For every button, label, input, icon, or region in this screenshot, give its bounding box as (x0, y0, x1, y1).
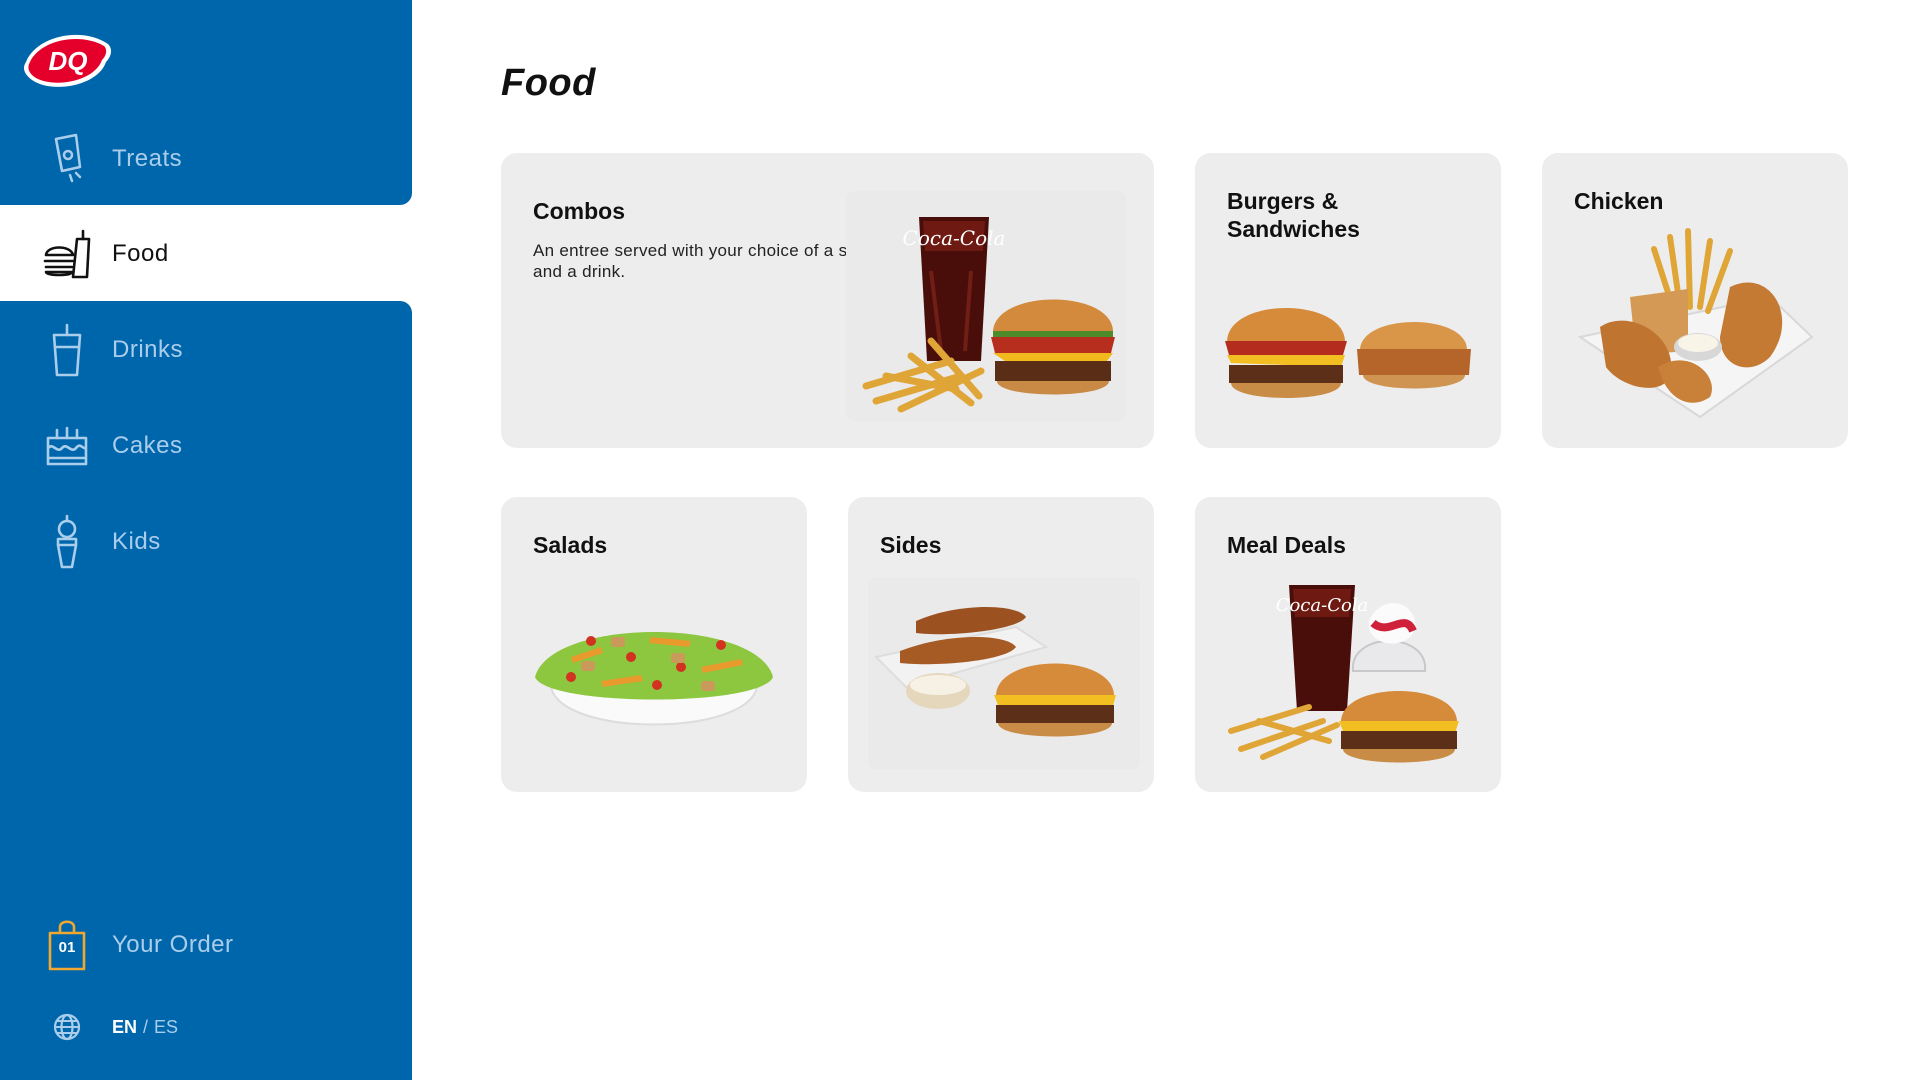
language-switcher: EN / ES (52, 1012, 178, 1042)
category-title-burgers-sandwiches: Burgers & Sandwiches (1227, 188, 1360, 242)
category-title-sides: Sides (880, 532, 942, 558)
category-title-meal-deals: Meal Deals (1227, 532, 1346, 558)
nav-label-cakes: Cakes (112, 432, 183, 459)
globe-icon (53, 1013, 81, 1041)
category-card-chicken[interactable]: Chicken (1542, 153, 1848, 448)
cake-icon (42, 418, 92, 474)
kids-cone-icon (42, 514, 92, 570)
language-es-option[interactable]: ES (154, 1017, 178, 1038)
burgers-sandwiches-image (1225, 308, 1471, 398)
burger-drink-icon (42, 226, 92, 282)
your-order-label: Your Order (112, 931, 234, 958)
logo-text: DQ (49, 46, 88, 76)
chicken-strip-basket-image (1577, 228, 1814, 419)
treat-cup-icon (42, 131, 92, 187)
dq-logo[interactable]: DQ (22, 28, 114, 92)
category-card-salads[interactable]: Salads (501, 497, 807, 792)
svg-text:Coca-Cola: Coca-Cola (1276, 595, 1369, 616)
language-en-option[interactable]: EN (112, 1017, 137, 1038)
nav-item-drinks[interactable]: Drinks (0, 302, 412, 398)
sidebar: DQ Treats Food Drinks Cakes Kids 01 Your… (0, 0, 412, 1080)
nav-item-food[interactable]: Food (0, 206, 412, 302)
your-order-button[interactable]: 01 Your Order (0, 910, 412, 980)
nav-label-drinks: Drinks (112, 336, 184, 363)
nav-item-kids[interactable]: Kids (0, 494, 412, 590)
nav-item-treats[interactable]: Treats (0, 111, 412, 207)
category-title-chicken: Chicken (1574, 188, 1664, 214)
language-separator: / (143, 1016, 149, 1037)
nav-label-food: Food (112, 240, 169, 267)
nav-item-cakes[interactable]: Cakes (0, 398, 412, 494)
svg-text:Coca-Cola: Coca-Cola (903, 226, 1006, 250)
combo-meal-image: Coca-Cola (862, 217, 1115, 413)
category-card-combos[interactable]: Combos An entree served with your choice… (501, 153, 1154, 448)
category-card-meal-deals[interactable]: Meal Deals Coca-Cola (1195, 497, 1501, 792)
category-title-salads: Salads (533, 532, 608, 558)
category-card-sides[interactable]: Sides (848, 497, 1154, 792)
shopping-bag-icon: 01 (42, 917, 92, 973)
salad-bowl-image (535, 632, 773, 726)
category-card-burgers-sandwiches[interactable]: Burgers & Sandwiches (1195, 153, 1501, 448)
nav-label-treats: Treats (112, 145, 183, 172)
nav-label-kids: Kids (112, 528, 161, 555)
drink-cup-icon (42, 322, 92, 378)
category-description-combos: An entree served with your choice of a s… (533, 241, 871, 281)
category-title-combos: Combos (533, 198, 625, 224)
page-title: Food (501, 62, 596, 104)
sides-image (873, 606, 1116, 737)
meal-deal-image: Coca-Cola (1228, 585, 1459, 763)
order-count-badge: 01 (58, 939, 76, 956)
